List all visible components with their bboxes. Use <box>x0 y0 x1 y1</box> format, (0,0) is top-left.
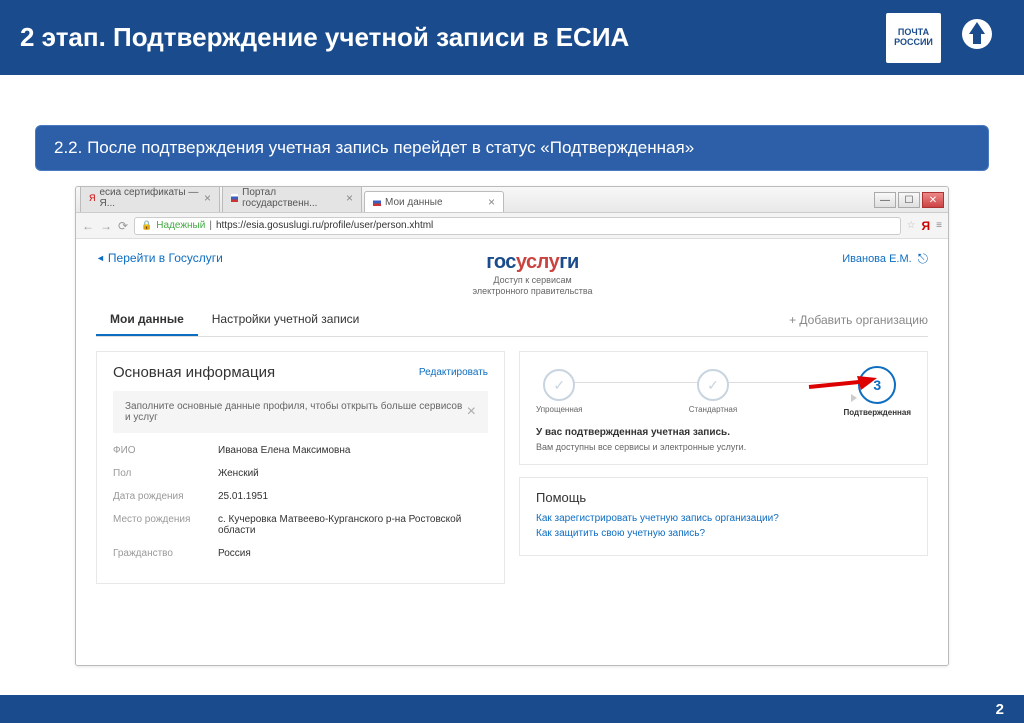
close-window-button[interactable]: ✕ <box>922 192 944 208</box>
field-value: Иванова Елена Максимовна <box>218 445 488 456</box>
user-menu[interactable]: Иванова Е.М. ⎋ <box>842 251 928 267</box>
add-organization-link[interactable]: + Добавить организацию <box>789 304 928 336</box>
step-label: Подтвержденная <box>843 408 911 417</box>
close-icon[interactable]: × <box>467 403 476 421</box>
step-label: Стандартная <box>689 405 737 414</box>
field-pob: Место рождения с. Кучеровка Матвеево-Кур… <box>113 514 488 536</box>
site-brand: госуслуги Доступ к сервисам электронного… <box>473 251 593 296</box>
field-value: Женский <box>218 468 488 479</box>
url-text: https://esia.gosuslugi.ru/profile/user/p… <box>216 220 433 231</box>
browser-frame: Я есиа сертификаты — Я... × Портал госуд… <box>75 186 949 666</box>
brand-part: услу <box>516 251 559 273</box>
profile-notice: Заполните основные данные профиля, чтобы… <box>113 391 488 433</box>
tab-title: Портал государственн... <box>242 187 342 209</box>
check-icon: ✓ <box>543 369 575 401</box>
pochta-logo: ПОЧТА РОССИИ <box>886 13 941 63</box>
browser-tab[interactable]: Я есиа сертификаты — Я... × <box>80 186 220 212</box>
field-fio: ФИО Иванова Елена Максимовна <box>113 445 488 456</box>
field-value: 25.01.1951 <box>218 491 488 502</box>
notice-text: Заполните основные данные профиля, чтобы… <box>125 401 467 423</box>
field-gender: Пол Женский <box>113 468 488 479</box>
tab-favicon <box>373 198 381 206</box>
brand-part: ги <box>559 251 579 273</box>
help-link-protect[interactable]: Как защитить свою учетную запись? <box>536 528 911 539</box>
page-tabs: Мои данные Настройки учетной записи + До… <box>96 304 928 337</box>
step-simplified: ✓ Упрощенная <box>536 369 583 414</box>
field-label: Гражданство <box>113 548 218 559</box>
tab-title: Мои данные <box>385 197 443 208</box>
minimize-button[interactable]: — <box>874 192 896 208</box>
star-icon[interactable]: ☆ <box>907 220 916 231</box>
field-label: Пол <box>113 468 218 479</box>
basic-info-panel: Основная информация Редактировать Заполн… <box>96 351 505 584</box>
slide-header: 2 этап. Подтверждение учетной записи в Е… <box>0 0 1024 75</box>
check-icon: ✓ <box>697 369 729 401</box>
brand-sub: Доступ к сервисам <box>473 275 593 285</box>
status-sub: Вам доступны все сервисы и электронные у… <box>536 442 911 452</box>
account-status-panel: ✓ Упрощенная ✓ Стандартная 3 Подтвержден… <box>519 351 928 465</box>
maximize-button[interactable]: ☐ <box>898 192 920 208</box>
back-to-gosuslugi-link[interactable]: Перейти в Госуслуги <box>96 251 223 265</box>
tab-my-data[interactable]: Мои данные <box>96 304 198 336</box>
field-dob: Дата рождения 25.01.1951 <box>113 491 488 502</box>
field-value: с. Кучеровка Матвеево-Курганского р-на Р… <box>218 514 488 536</box>
nav-forward-icon[interactable]: → <box>100 219 112 233</box>
close-icon[interactable]: × <box>204 191 211 205</box>
menu-icon[interactable]: ≡ <box>936 220 942 231</box>
eagle-icon <box>959 16 995 59</box>
lock-icon: 🔒 <box>141 220 152 231</box>
brand-part: гос <box>486 251 516 273</box>
annotation-arrow <box>807 376 877 398</box>
address-bar: ← → ⟳ 🔒 Надежный | https://esia.gosuslug… <box>76 213 948 239</box>
back-link-text: Перейти в Госуслуги <box>108 251 223 265</box>
nav-reload-icon[interactable]: ⟳ <box>118 219 128 233</box>
url-field[interactable]: 🔒 Надежный | https://esia.gosuslugi.ru/p… <box>134 217 901 235</box>
logout-icon[interactable]: ⎋ <box>918 251 928 267</box>
slide-footer: 2 <box>0 695 1024 723</box>
field-label: Место рождения <box>113 514 218 536</box>
brand-sub: электронного правительства <box>473 286 593 296</box>
field-citizenship: Гражданство Россия <box>113 548 488 559</box>
field-value: Россия <box>218 548 488 559</box>
caption-box: 2.2. После подтверждения учетная запись … <box>35 125 989 171</box>
field-label: ФИО <box>113 445 218 456</box>
tab-favicon: Я <box>89 193 96 203</box>
panel-title: Основная информация <box>113 364 275 381</box>
browser-tab-active[interactable]: Мои данные × <box>364 191 504 212</box>
page-number: 2 <box>996 701 1004 718</box>
step-standard: ✓ Стандартная <box>689 369 737 414</box>
user-name: Иванова Е.М. <box>842 253 911 265</box>
field-label: Дата рождения <box>113 491 218 502</box>
edit-link[interactable]: Редактировать <box>419 367 488 378</box>
tab-favicon <box>231 194 238 202</box>
help-link-org[interactable]: Как зарегистрировать учетную запись орга… <box>536 513 911 524</box>
status-headline: У вас подтвержденная учетная запись. <box>536 427 911 438</box>
browser-tab-bar: Я есиа сертификаты — Я... × Портал госуд… <box>76 187 948 213</box>
nav-back-icon[interactable]: ← <box>82 219 94 233</box>
slide-title: 2 этап. Подтверждение учетной записи в Е… <box>20 22 629 53</box>
window-controls: — ☐ ✕ <box>874 192 944 208</box>
browser-tab[interactable]: Портал государственн... × <box>222 186 362 212</box>
help-title: Помощь <box>536 490 911 505</box>
close-icon[interactable]: × <box>346 191 353 205</box>
yandex-icon[interactable]: Я <box>922 219 931 233</box>
close-icon[interactable]: × <box>488 195 495 209</box>
step-label: Упрощенная <box>536 405 583 414</box>
help-panel: Помощь Как зарегистрировать учетную запи… <box>519 477 928 556</box>
tab-title: есиа сертификаты — Я... <box>100 187 200 209</box>
page-body: Перейти в Госуслуги госуслуги Доступ к с… <box>76 239 948 665</box>
tab-account-settings[interactable]: Настройки учетной записи <box>198 304 374 336</box>
header-logos: ПОЧТА РОССИИ <box>886 13 1004 63</box>
secure-label: Надежный <box>156 220 205 231</box>
eagle-logo <box>949 13 1004 63</box>
